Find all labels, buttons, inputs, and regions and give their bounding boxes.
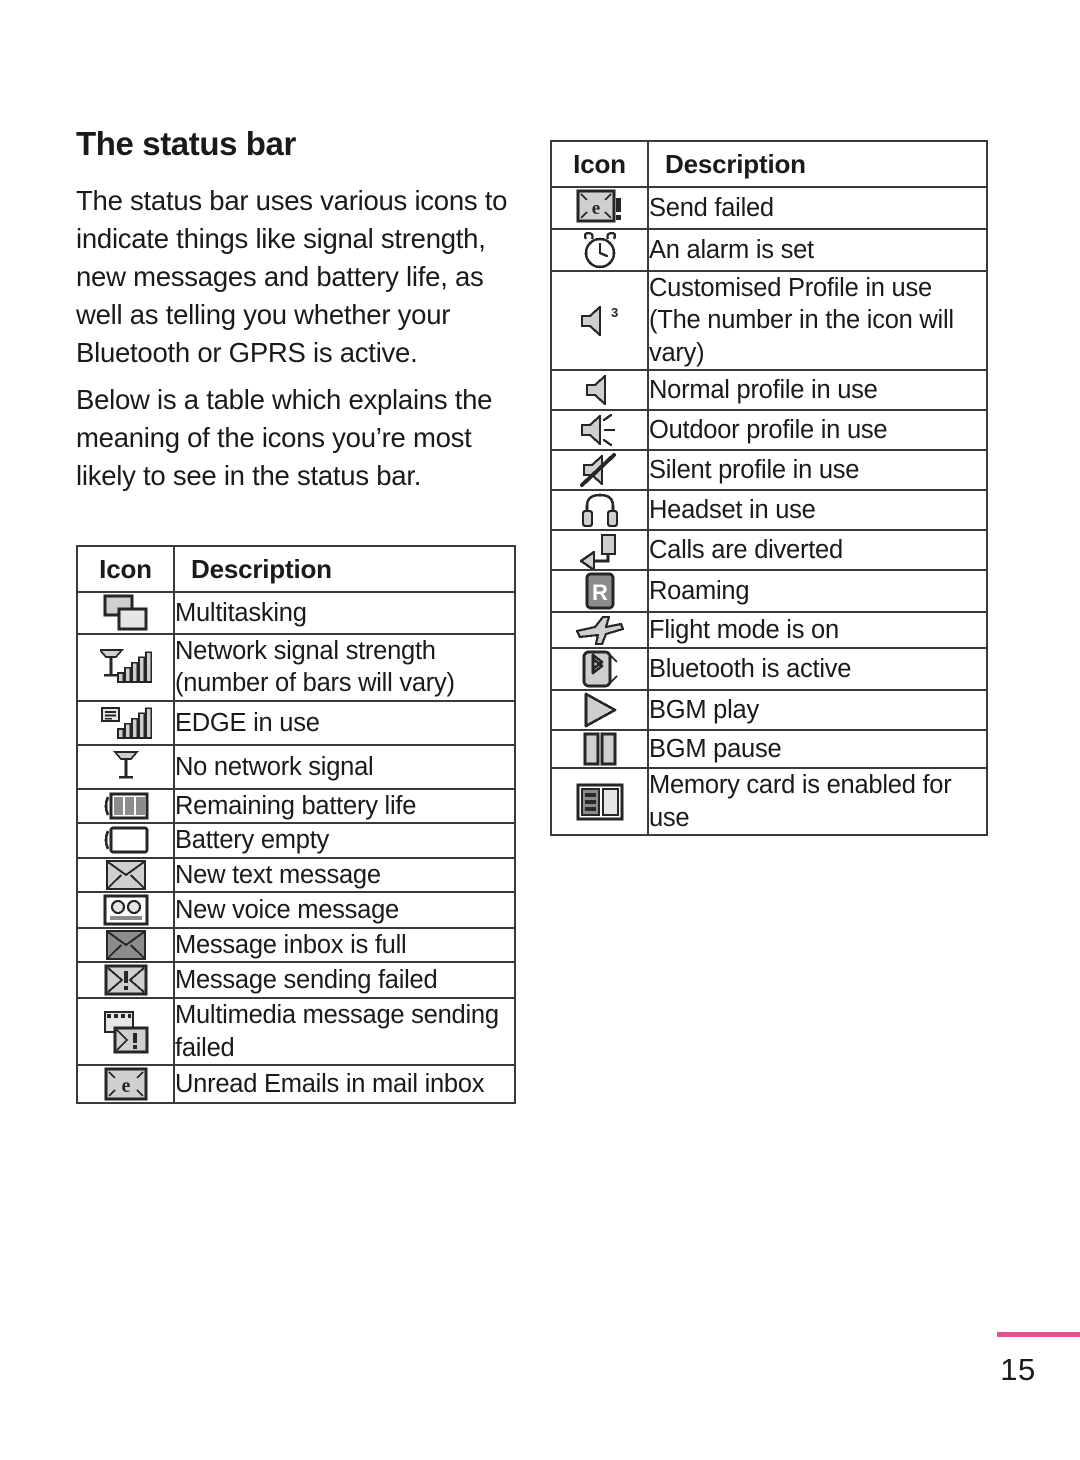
table-row: Silent profile in use bbox=[550, 449, 988, 492]
icon-description: Silent profile in use bbox=[647, 449, 988, 492]
icon-description: New text message bbox=[173, 856, 516, 893]
footer-accent-rule bbox=[997, 1332, 1080, 1337]
header-description: Description bbox=[647, 140, 988, 188]
table-row: Battery empty bbox=[76, 822, 516, 859]
table-row: New voice message bbox=[76, 890, 516, 929]
message-send-failed-icon bbox=[76, 961, 175, 1000]
bgm-play-icon bbox=[550, 689, 649, 732]
icon-description: Bluetooth is active bbox=[647, 647, 988, 692]
table-row: R Roaming bbox=[550, 569, 988, 614]
icon-description: Remaining battery life bbox=[173, 787, 516, 825]
status-icon-table-left: Icon Description Multitasking Network sig… bbox=[76, 545, 516, 1104]
page-number: 15 bbox=[1000, 1352, 1036, 1387]
svg-text:e: e bbox=[591, 198, 599, 219]
icon-description: Network signal strength (number of bars … bbox=[173, 633, 516, 702]
no-network-signal-icon bbox=[76, 743, 175, 790]
header-icon: Icon bbox=[550, 140, 649, 188]
svg-text:3: 3 bbox=[611, 305, 618, 320]
icon-description: Message sending failed bbox=[173, 961, 516, 1000]
table-row: New text message bbox=[76, 856, 516, 893]
icon-description: Memory card is enabled for use bbox=[647, 767, 988, 836]
table-row: BGM play bbox=[550, 689, 988, 732]
table-row: 3 Customised Profile in use (The number i… bbox=[550, 269, 988, 372]
battery-full-icon bbox=[76, 787, 175, 825]
headset-icon bbox=[550, 489, 649, 532]
edge-in-use-icon bbox=[76, 699, 175, 746]
icon-description: Multitasking bbox=[173, 591, 516, 635]
customised-profile-icon: 3 bbox=[550, 269, 649, 372]
table-row: e Unread Emails in mail inbox bbox=[76, 1064, 516, 1104]
table-row: Remaining battery life bbox=[76, 787, 516, 825]
icon-description: BGM pause bbox=[647, 729, 988, 770]
icon-description: Multimedia message sending failed bbox=[173, 997, 516, 1066]
table-row: An alarm is set bbox=[550, 228, 988, 272]
signal-strength-icon bbox=[76, 633, 175, 702]
table-row: BGM pause bbox=[550, 729, 988, 770]
mms-send-failed-icon bbox=[76, 997, 175, 1066]
roaming-icon: R bbox=[550, 569, 649, 614]
icon-description: Customised Profile in use (The number in… bbox=[647, 269, 988, 372]
table-row: Multimedia message sending failed bbox=[76, 997, 516, 1066]
unread-email-icon: e bbox=[76, 1064, 175, 1104]
table-row: Network signal strength (number of bars … bbox=[76, 633, 516, 702]
page-title: The status bar bbox=[76, 125, 296, 162]
call-divert-icon bbox=[550, 529, 649, 572]
intro-paragraph-1: The status bar uses various icons to ind… bbox=[76, 185, 508, 369]
table-header-row: Icon Description bbox=[76, 545, 516, 593]
article-body: The status bar The status bar uses vario… bbox=[76, 125, 522, 504]
new-voice-message-icon bbox=[76, 890, 175, 929]
icon-description: Headset in use bbox=[647, 489, 988, 532]
icon-description: New voice message bbox=[173, 890, 516, 929]
normal-profile-icon bbox=[550, 369, 649, 412]
message-inbox-full-icon bbox=[76, 926, 175, 964]
table-row: Multitasking bbox=[76, 591, 516, 635]
icon-description: Battery empty bbox=[173, 822, 516, 859]
table-row: Message sending failed bbox=[76, 961, 516, 1000]
icon-description: Unread Emails in mail inbox bbox=[173, 1064, 516, 1104]
table-row: e Send failed bbox=[550, 186, 988, 230]
icon-description: Flight mode is on bbox=[647, 611, 988, 650]
header-description: Description bbox=[173, 545, 516, 593]
table-row: Outdoor profile in use bbox=[550, 409, 988, 452]
table-row: Memory card is enabled for use bbox=[550, 767, 988, 836]
intro-paragraph-2: Below is a table which explains the mean… bbox=[76, 383, 493, 491]
icon-description: No network signal bbox=[173, 743, 516, 790]
table-row: Headset in use bbox=[550, 489, 988, 532]
memory-card-icon bbox=[550, 767, 649, 836]
bluetooth-icon bbox=[550, 647, 649, 692]
table-row: No network signal bbox=[76, 743, 516, 790]
outdoor-profile-icon bbox=[550, 409, 649, 452]
icon-description: Outdoor profile in use bbox=[647, 409, 988, 452]
table-row: Normal profile in use bbox=[550, 369, 988, 412]
table-row: Calls are diverted bbox=[550, 529, 988, 572]
icon-description: An alarm is set bbox=[647, 228, 988, 272]
email-send-failed-icon: e bbox=[550, 186, 649, 230]
icon-description: Roaming bbox=[647, 569, 988, 614]
icon-description: Normal profile in use bbox=[647, 369, 988, 412]
icon-description: Message inbox is full bbox=[173, 926, 516, 964]
table-header-row: Icon Description bbox=[550, 140, 988, 188]
new-text-message-icon bbox=[76, 856, 175, 893]
header-icon: Icon bbox=[76, 545, 175, 593]
flight-mode-icon bbox=[550, 611, 649, 650]
table-row: Bluetooth is active bbox=[550, 647, 988, 692]
status-icon-table-right: Icon Description e Send failed An alarm is… bbox=[550, 140, 988, 836]
svg-text:R: R bbox=[592, 580, 608, 605]
table-row: Message inbox is full bbox=[76, 926, 516, 964]
bgm-pause-icon bbox=[550, 729, 649, 770]
svg-text:e: e bbox=[121, 1075, 130, 1097]
alarm-clock-icon bbox=[550, 228, 649, 272]
battery-empty-icon bbox=[76, 822, 175, 859]
icon-description: BGM play bbox=[647, 689, 988, 732]
table-row: Flight mode is on bbox=[550, 611, 988, 650]
icon-description: EDGE in use bbox=[173, 699, 516, 746]
multitasking-icon bbox=[76, 591, 175, 635]
icon-description: Calls are diverted bbox=[647, 529, 988, 572]
table-row: EDGE in use bbox=[76, 699, 516, 746]
icon-description: Send failed bbox=[647, 186, 988, 230]
silent-profile-icon bbox=[550, 449, 649, 492]
